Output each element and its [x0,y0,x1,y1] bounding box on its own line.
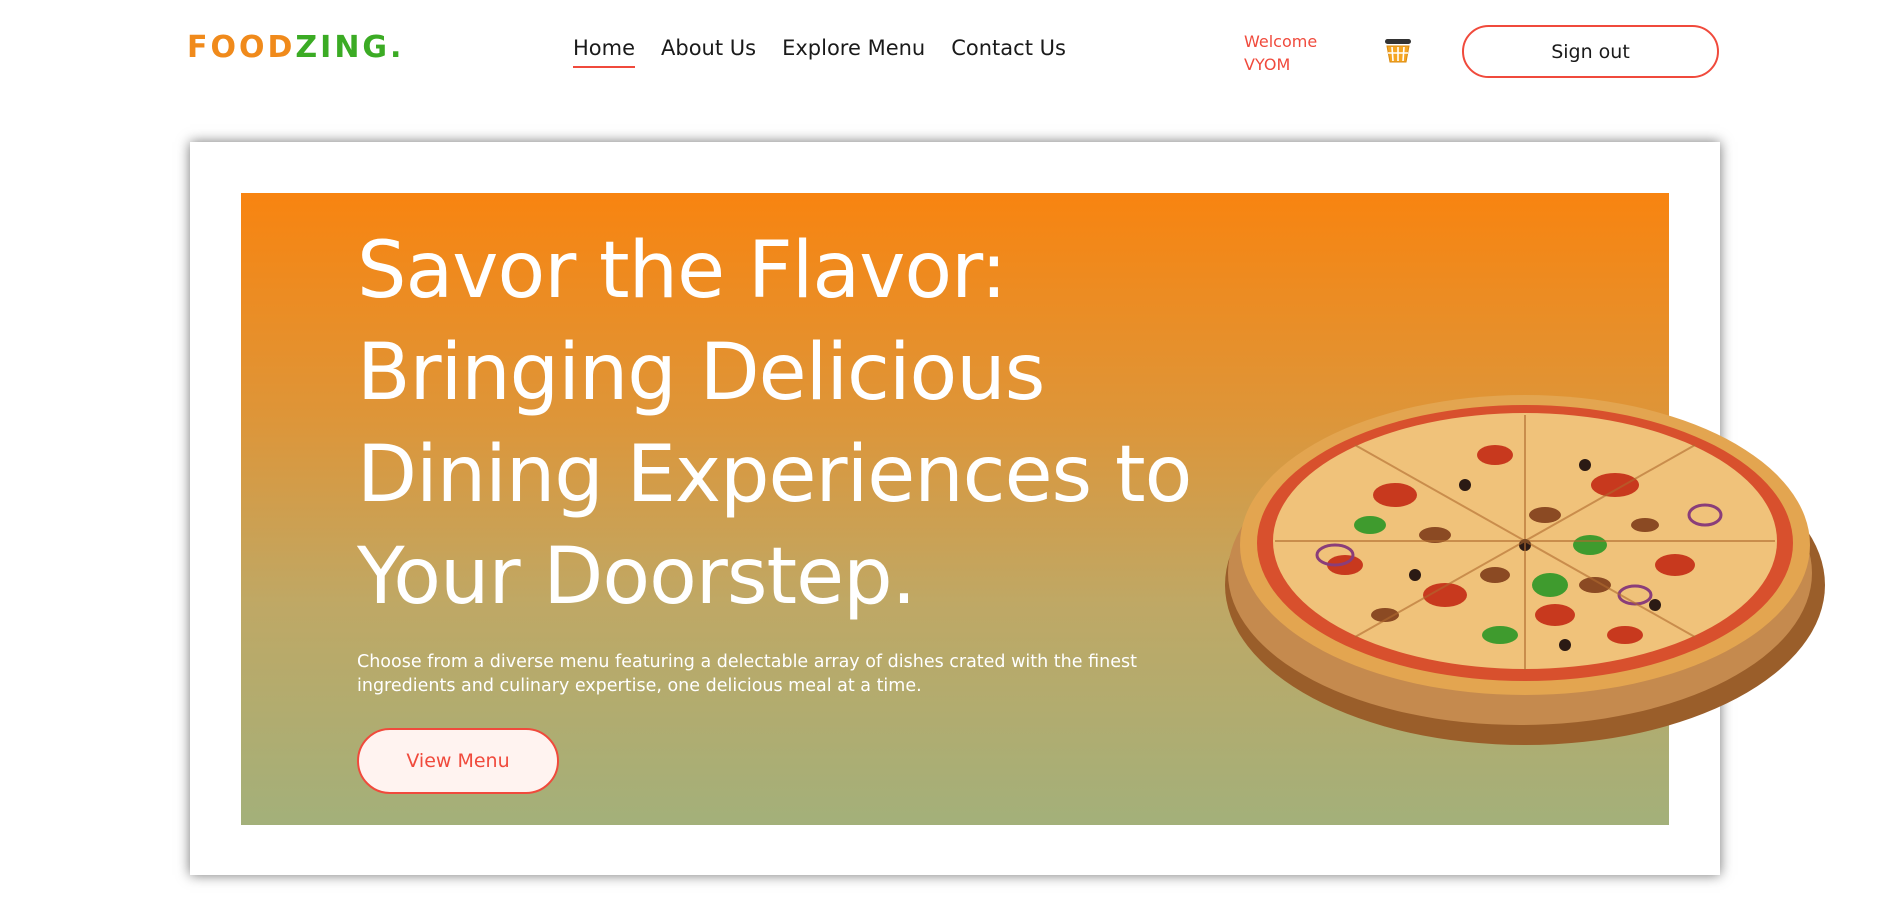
sign-out-button[interactable]: Sign out [1462,25,1719,78]
hero-title: Savor the Flavor: Bringing Delicious Din… [357,226,1192,622]
username: VYOM [1244,55,1291,74]
brand-logo[interactable]: FOODZING. [187,30,404,65]
welcome-label: Welcome [1244,32,1318,51]
pizza-image [1195,345,1835,765]
welcome-message: Welcome VYOM [1244,30,1317,76]
nav-link-contact-us[interactable]: Contact Us [951,36,1066,68]
logo-text-food: FOOD [187,30,296,65]
nav-link-home[interactable]: Home [573,36,636,68]
top-navbar: FOODZING. Home About Us Explore Menu Con… [0,0,1893,100]
nav-link-explore-menu[interactable]: Explore Menu [782,36,925,68]
basket-icon[interactable] [1382,34,1414,66]
main-nav: Home About Us Explore Menu Contact Us [573,36,1066,68]
view-menu-button[interactable]: View Menu [357,728,559,794]
nav-link-about-us[interactable]: About Us [661,36,756,68]
hero-description: Choose from a diverse menu featuring a d… [357,652,1137,696]
logo-text-zing: ZING. [295,30,405,65]
